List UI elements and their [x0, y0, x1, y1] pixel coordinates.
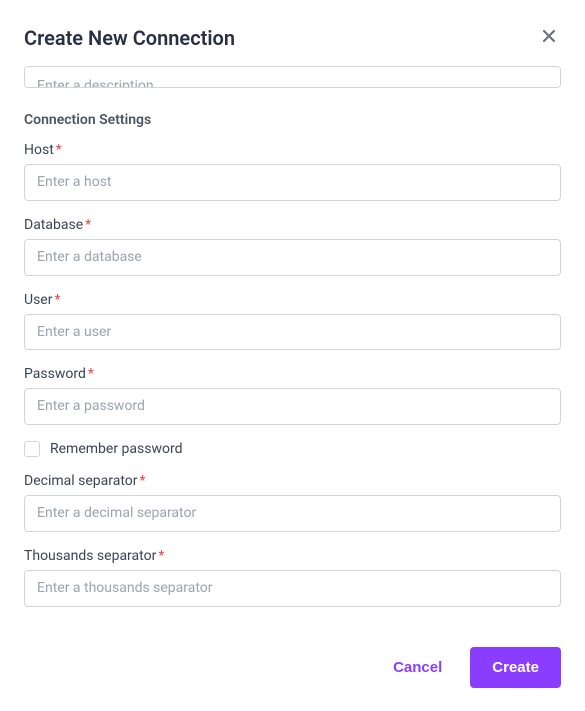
- database-field: Database*: [24, 217, 561, 276]
- user-input[interactable]: [24, 314, 561, 351]
- required-asterisk: *: [56, 142, 62, 158]
- password-input[interactable]: [24, 388, 561, 425]
- host-input[interactable]: [24, 164, 561, 201]
- required-asterisk: *: [88, 366, 94, 382]
- description-input[interactable]: [24, 66, 561, 88]
- connection-settings-section: Connection Settings Host* Database* User…: [24, 112, 561, 623]
- decimal-separator-label: Decimal separator*: [24, 473, 561, 489]
- host-label: Host*: [24, 142, 561, 158]
- password-label: Password*: [24, 366, 561, 382]
- remember-password-row: Remember password: [24, 441, 561, 457]
- remember-password-label: Remember password: [50, 441, 182, 457]
- thousands-separator-label: Thousands separator*: [24, 548, 561, 564]
- required-asterisk: *: [140, 473, 146, 489]
- cancel-button[interactable]: Cancel: [385, 649, 450, 686]
- required-asterisk: *: [158, 548, 164, 564]
- create-button[interactable]: Create: [470, 647, 561, 688]
- host-field: Host*: [24, 142, 561, 201]
- database-label: Database*: [24, 217, 561, 233]
- thousands-separator-field: Thousands separator*: [24, 548, 561, 607]
- database-input[interactable]: [24, 239, 561, 276]
- decimal-separator-input[interactable]: [24, 495, 561, 532]
- modal-title: Create New Connection: [24, 26, 235, 50]
- password-field: Password*: [24, 366, 561, 425]
- decimal-separator-field: Decimal separator*: [24, 473, 561, 532]
- thousands-separator-input[interactable]: [24, 570, 561, 607]
- close-button[interactable]: [537, 24, 561, 52]
- user-label: User*: [24, 292, 561, 308]
- remember-password-checkbox[interactable]: [24, 441, 40, 457]
- close-icon: [541, 27, 557, 49]
- modal-footer: Cancel Create: [24, 623, 561, 688]
- required-asterisk: *: [85, 217, 91, 233]
- modal-header: Create New Connection: [24, 24, 561, 52]
- required-asterisk: *: [54, 292, 60, 308]
- section-title: Connection Settings: [24, 112, 561, 128]
- create-connection-modal: Create New Connection Connection Setting…: [0, 0, 585, 711]
- user-field: User*: [24, 292, 561, 351]
